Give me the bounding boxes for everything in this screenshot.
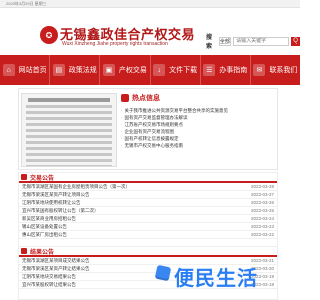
nav-label: 文件下载 [169, 67, 198, 74]
search-scope-select[interactable]: 全部 [218, 36, 232, 46]
notice-row[interactable]: 宜兴市某国有股权转让公告（第二次） 2023-03-25 [19, 207, 277, 215]
row-date: 2023-03-25 [250, 208, 274, 213]
news-banner: 热点信息 关于我市推进公共资源交易平台整合共享的实施意见 国有资产交易监督管理办… [18, 88, 278, 170]
download-icon: ↓ [153, 64, 166, 76]
notice-row[interactable]: 无锡市滨湖区某国有企业房屋租赁项目公告（第一次） 2023-03-28 [19, 183, 277, 191]
row-date: 2023-03-23 [250, 224, 274, 229]
site-subtitle: Wuxi Xinzheng Jiahe property rights tran… [62, 41, 168, 47]
doc-line [26, 117, 112, 120]
doc-line [26, 105, 112, 108]
row-text: 江阴市某地块使用权转让公告 [22, 199, 81, 205]
notice-row[interactable]: 锡山区某设备处置公告 2023-03-23 [19, 223, 277, 231]
doc-line [26, 129, 112, 132]
nav-item-policy[interactable]: ▤ 政策法规 [50, 55, 101, 85]
row-date: 2023-03-22 [250, 232, 274, 237]
row-text: 新吴区某商业用房招租公告 [22, 215, 76, 221]
top-bar: 2023年3月29日 星期三 [0, 0, 300, 8]
notice-title: 交易公告 [19, 173, 277, 183]
watermark-text: 便民生活 [174, 268, 258, 290]
row-text: 锡山区某设备处置公告 [22, 223, 67, 229]
doc-line [26, 159, 112, 162]
search-label: 搜索 [206, 35, 213, 50]
notice-icon [21, 174, 27, 180]
hot-item[interactable]: 关于我市推进公共资源交易平台整合共享的实施意见 [121, 107, 275, 114]
search-button[interactable]: Q [291, 36, 300, 46]
nav-item-download[interactable]: ↓ 文件下载 [151, 55, 201, 85]
hot-info-title: 热点信息 [121, 93, 275, 103]
nav-label: 产权交易 [118, 67, 147, 74]
row-date: 2023-03-24 [250, 216, 274, 221]
hot-item[interactable]: 无锡市产权交易中心服务指南 [121, 142, 275, 149]
nav-item-home[interactable]: ⌂ 网站首页 [0, 55, 51, 85]
trade-icon: ▣ [102, 64, 115, 76]
main-nav: ⌂ 网站首页 ▤ 政策法规 ▣ 产权交易 ↓ 文件下载 ☰ 办事指南 ✉ 联系我… [0, 55, 300, 85]
hot-info: 热点信息 关于我市推进公共资源交易平台整合共享的实施意见 国有资产交易监督管理办… [121, 93, 275, 167]
guide-icon: ☰ [203, 64, 216, 76]
notice-row[interactable]: 惠山区某厂房出租公告 2023-03-22 [19, 231, 277, 239]
notice-title-text: 交易公告 [30, 175, 55, 182]
row-date: 2023-03-28 [250, 184, 274, 189]
doc-line [26, 147, 112, 150]
logo-icon: ✪ [40, 26, 58, 44]
book-icon: ▤ [52, 64, 65, 76]
nav-item-contact[interactable]: ✉ 联系我们 [251, 55, 300, 85]
hot-item[interactable]: 国有资产交易监督管理办法解读 [121, 114, 275, 121]
hot-item[interactable]: 企业国有资产交易流程图 [121, 128, 275, 135]
search-input[interactable] [233, 36, 290, 46]
nav-label: 联系我们 [269, 67, 298, 74]
row-text: 惠山区某厂房出租公告 [22, 231, 67, 237]
notice-row[interactable]: 新吴区某商业用房招租公告 2023-03-24 [19, 215, 277, 223]
nav-item-guide[interactable]: ☰ 办事指南 [201, 55, 251, 85]
doc-line [26, 123, 112, 126]
watermark: 便民生活 [154, 260, 278, 292]
hot-item[interactable]: 江苏省产权交易市场规则要点 [121, 121, 275, 128]
nav-item-trade[interactable]: ▣ 产权交易 [100, 55, 151, 85]
row-text: 无锡市梁溪区某资产转让项目公告 [22, 191, 90, 197]
home-icon: ⌂ [2, 64, 15, 76]
hot-title-text: 热点信息 [132, 95, 160, 102]
nav-label: 政策法规 [68, 67, 97, 74]
doc-line [26, 135, 112, 138]
row-text: 宜兴市某国有股权转让公告（第二次） [22, 207, 99, 213]
watermark-icon [154, 264, 172, 282]
result-icon [21, 248, 27, 254]
current-date: 2023年3月29日 星期三 [6, 1, 47, 6]
notice-section: 交易公告 无锡市滨湖区某国有企业房屋租赁项目公告（第一次） 2023-03-28… [18, 172, 278, 248]
doc-title-line [28, 98, 110, 102]
doc-line [26, 141, 112, 144]
row-text: 无锡市滨湖区某国有企业房屋租赁项目公告（第一次） [22, 183, 130, 189]
row-date: 2023-03-26 [250, 200, 274, 205]
notice-row[interactable]: 江阴市某地块使用权转让公告 2023-03-26 [19, 199, 277, 207]
nav-label: 网站首页 [18, 67, 47, 74]
result-title: 结果公告 [19, 247, 277, 257]
row-date: 2023-03-27 [250, 192, 274, 197]
doc-line [26, 165, 112, 166]
nav-label: 办事指南 [219, 67, 248, 74]
contact-icon: ✉ [253, 64, 266, 76]
hot-list: 关于我市推进公共资源交易平台整合共享的实施意见 国有资产交易监督管理办法解读 江… [121, 107, 275, 149]
header: ✪ 无锡鑫政佳合产权交易 Wuxi Xinzheng Jiahe propert… [0, 8, 300, 52]
result-title-text: 结果公告 [30, 249, 55, 256]
doc-line [26, 153, 112, 156]
search-bar: 搜索 全部 Q [206, 35, 300, 50]
hot-icon [121, 94, 129, 102]
hot-item[interactable]: 国有产权转让信息披露规定 [121, 135, 275, 142]
notice-row[interactable]: 无锡市梁溪区某资产转让项目公告 2023-03-27 [19, 191, 277, 199]
news-image[interactable] [21, 93, 117, 167]
doc-line [26, 111, 112, 114]
